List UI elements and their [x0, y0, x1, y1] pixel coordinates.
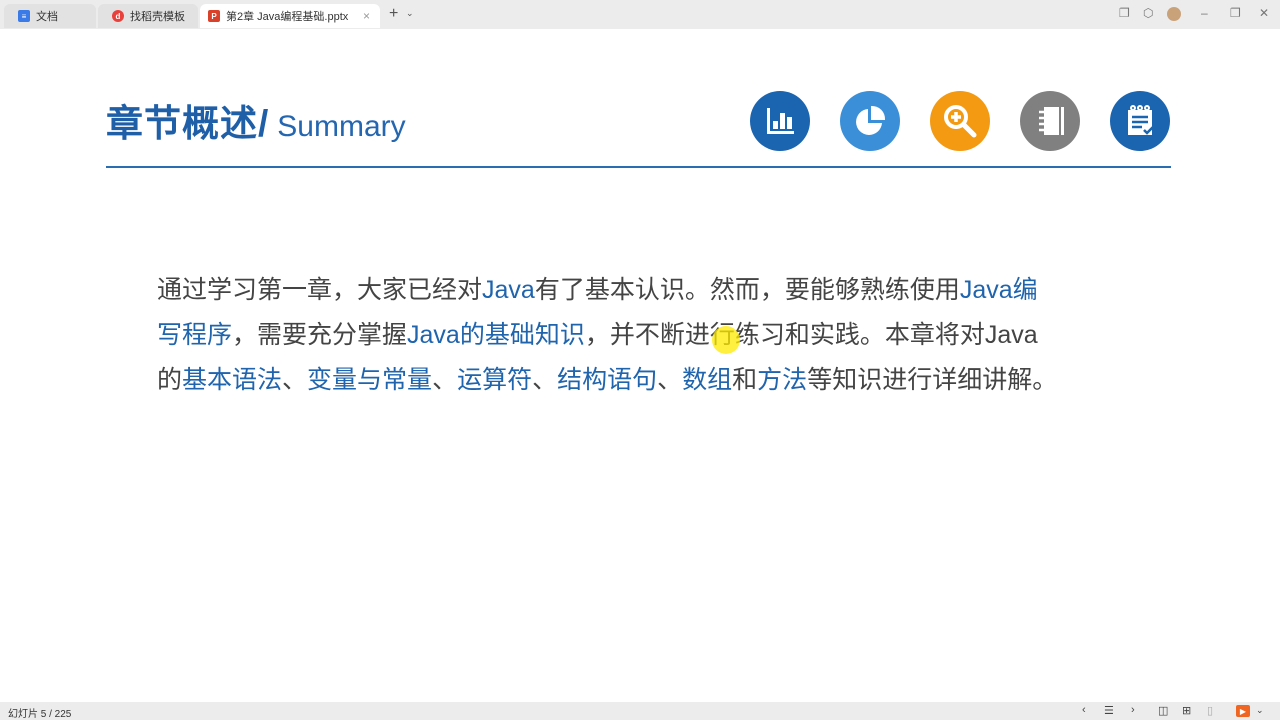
- text-segment: 、: [532, 366, 558, 394]
- avatar[interactable]: [1167, 7, 1181, 21]
- text-segment: ，需要充分掌握: [232, 321, 408, 349]
- status-bar: 幻灯片 5 / 225 ‹ ☰ › ◫ ⊞ ▯ ▶ ⌄: [0, 702, 1280, 720]
- slide-sorter-icon[interactable]: ⊞: [1182, 704, 1191, 717]
- highlighted-term: 数组: [682, 366, 733, 394]
- text-segment: 、: [432, 366, 458, 394]
- text-segment: 有了基本认识。然而，要能够熟练使用: [534, 276, 960, 304]
- paragraph-line: 的基本语法、变量与常量、运算符、结构语句、数组和方法等知识进行详细讲解。: [157, 358, 1057, 403]
- notebook-icon: [1020, 91, 1080, 151]
- tab-label: 第2章 Java编程基础.pptx: [226, 11, 349, 23]
- outline-icon[interactable]: ☰: [1104, 704, 1114, 717]
- highlighted-term: 方法: [757, 366, 808, 394]
- highlighted-term: Java的基础知识: [407, 321, 585, 349]
- summary-paragraph: 通过学习第一章，大家已经对Java有了基本认识。然而，要能够熟练使用Java编写…: [157, 268, 1057, 403]
- paragraph-line: 写程序，需要充分掌握Java的基础知识，并不断进行练习和实践。本章将对Java: [157, 313, 1057, 358]
- slideshow-play-button[interactable]: ▶: [1236, 705, 1250, 717]
- checklist-icon: [1110, 91, 1170, 151]
- zoom-in-icon: [930, 91, 990, 151]
- close-tab-icon[interactable]: ×: [363, 9, 370, 23]
- tab-label: 文档: [36, 11, 58, 23]
- next-slide-icon[interactable]: ›: [1131, 704, 1135, 716]
- reading-view-icon[interactable]: ▯: [1207, 704, 1213, 717]
- highlighted-term: Java: [482, 276, 535, 304]
- close-window-icon[interactable]: ✕: [1259, 6, 1269, 20]
- title-english: Summary: [277, 110, 406, 143]
- tab-list-chevron-icon[interactable]: ⌄: [406, 8, 414, 19]
- normal-view-icon[interactable]: ◫: [1158, 704, 1168, 717]
- new-tab-button[interactable]: +: [389, 5, 398, 23]
- tab-label: 找稻壳模板: [130, 11, 185, 23]
- title-chinese: 章节概述/: [106, 103, 270, 144]
- slide-counter: 幻灯片 5 / 225: [8, 709, 72, 720]
- cube-icon[interactable]: ⬡: [1143, 6, 1153, 20]
- text-segment: 的: [157, 366, 183, 394]
- pie-chart-icon: [840, 91, 900, 151]
- window-mode-icon[interactable]: ❐: [1119, 6, 1130, 20]
- tab-bar: ≡ 文档 d 找稻壳模板 P 第2章 Java编程基础.pptx × + ⌄ ❐…: [0, 0, 1280, 29]
- text-segment: 等知识进行详细讲解。: [807, 366, 1058, 394]
- tab-docs[interactable]: ≡ 文档: [4, 4, 96, 28]
- paragraph-line: 通过学习第一章，大家已经对Java有了基本认识。然而，要能够熟练使用Java编: [157, 268, 1057, 313]
- slide-title: 章节概述/Summary: [106, 93, 406, 147]
- docer-icon: d: [112, 10, 124, 22]
- text-segment: 、: [282, 366, 308, 394]
- text-segment: 、: [657, 366, 683, 394]
- restore-icon[interactable]: ❐: [1230, 6, 1241, 20]
- highlighted-term: 基本语法: [182, 366, 283, 394]
- ppt-icon: P: [208, 10, 220, 22]
- mouse-cursor-highlight: [712, 326, 740, 354]
- highlighted-term: 变量与常量: [307, 366, 433, 394]
- text-segment: ，并不断进行练习和实践。本章将对Java: [584, 321, 1038, 349]
- highlighted-term: 写程序: [157, 321, 233, 349]
- highlighted-term: Java编: [959, 276, 1038, 304]
- minimize-icon[interactable]: –: [1201, 6, 1208, 20]
- bar-chart-icon: [750, 91, 810, 151]
- highlighted-term: 运算符: [457, 366, 533, 394]
- doc-icon: ≡: [18, 10, 30, 22]
- slideshow-options-chevron-icon[interactable]: ⌄: [1256, 705, 1264, 716]
- tab-docer-templates[interactable]: d 找稻壳模板: [98, 4, 198, 28]
- prev-slide-icon[interactable]: ‹: [1082, 704, 1086, 716]
- tab-pptx[interactable]: P 第2章 Java编程基础.pptx ×: [200, 4, 380, 28]
- title-divider: [106, 166, 1171, 168]
- text-segment: 和: [732, 366, 758, 394]
- text-segment: 通过学习第一章，大家已经对: [157, 276, 483, 304]
- highlighted-term: 结构语句: [557, 366, 658, 394]
